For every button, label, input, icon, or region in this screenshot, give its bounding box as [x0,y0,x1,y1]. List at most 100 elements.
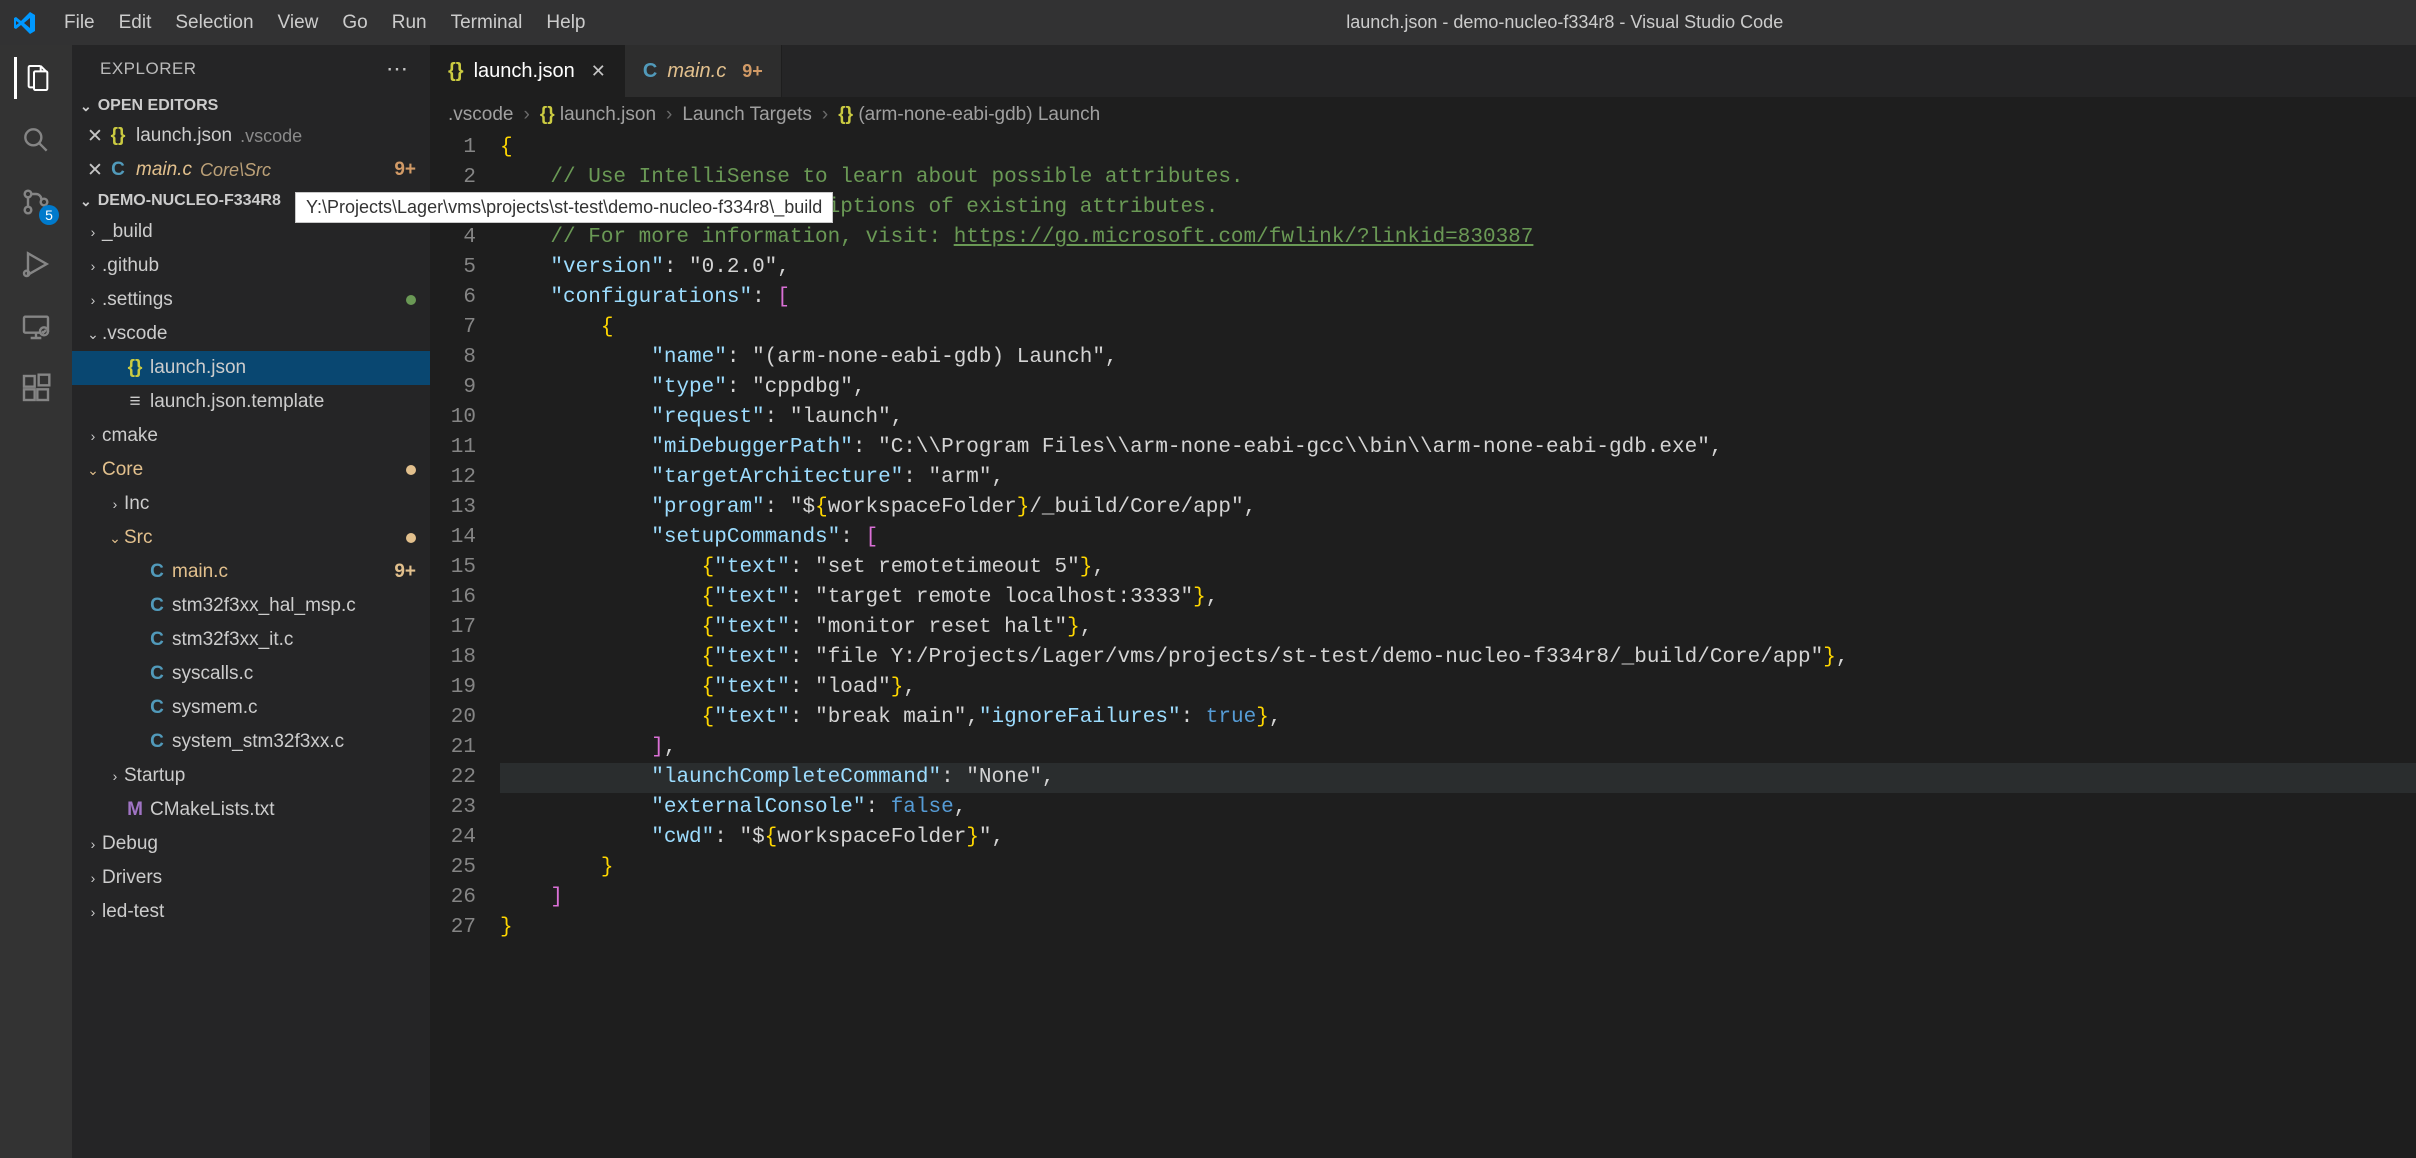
more-icon[interactable]: ⋯ [386,56,410,82]
file-icon: C [146,697,168,719]
file-name: stm32f3xx_it.c [172,629,293,651]
tree-folder[interactable]: ⌄Src [72,521,430,555]
folder-name: .github [102,255,159,277]
close-icon[interactable]: ✕ [84,125,106,148]
close-icon[interactable]: ✕ [84,159,106,182]
chevron-right-icon: › [822,104,828,126]
folder-name: Src [124,527,153,549]
breadcrumb-item[interactable]: {} (arm-none-eabi-gdb) Launch [838,104,1100,126]
folder-name: Core [102,459,143,481]
tree-file[interactable]: Cstm32f3xx_hal_msp.c [72,589,430,623]
menu-terminal[interactable]: Terminal [439,8,535,38]
tab-launch-json[interactable]: {} launch.json ✕ [430,45,625,97]
status-dot [406,465,416,475]
modified-badge: 9+ [742,61,763,82]
activity-bar: 5 [0,45,72,1158]
tab-label: launch.json [474,60,575,83]
source-control-icon[interactable]: 5 [15,181,57,223]
tree-folder[interactable]: ›Drivers [72,861,430,895]
open-editor-item[interactable]: ✕ C main.c Core\Src 9+ [72,153,430,187]
file-icon: {} [124,357,146,379]
extensions-icon[interactable] [15,367,57,409]
tree-file[interactable]: Csysmem.c [72,691,430,725]
file-name: sysmem.c [172,697,258,719]
run-debug-icon[interactable] [15,243,57,285]
menu-help[interactable]: Help [534,8,597,38]
search-icon[interactable] [15,119,57,161]
breadcrumb-item[interactable]: Launch Targets [682,104,812,126]
folder-name: Startup [124,765,185,787]
open-editor-item[interactable]: ✕ {} launch.json .vscode [72,119,430,153]
explorer-icon[interactable] [14,57,56,99]
file-name: launch.json [136,125,232,147]
menu-go[interactable]: Go [330,8,379,38]
close-icon[interactable]: ✕ [591,61,606,82]
breadcrumb-item[interactable]: .vscode [448,104,513,126]
menu-run[interactable]: Run [380,8,439,38]
breadcrumb[interactable]: .vscode›{} launch.json›Launch Targets›{}… [430,97,2416,133]
scm-badge: 5 [39,205,59,225]
tree-file[interactable]: ≡launch.json.template [72,385,430,419]
chevron-right-icon: › [84,836,102,852]
file-name: syscalls.c [172,663,253,685]
line-gutter: 1234567891011121314151617181920212223242… [430,133,500,1158]
tree-folder[interactable]: ⌄Core [72,453,430,487]
window-title: launch.json - demo-nucleo-f334r8 - Visua… [726,12,2405,33]
file-icon: M [124,799,146,821]
folder-name: Drivers [102,867,162,889]
chevron-right-icon: › [106,768,124,784]
chevron-down-icon: ⌄ [80,98,92,115]
file-icon: C [146,595,168,617]
folder-name: _build [102,221,153,243]
file-icon: {} [448,60,464,83]
sidebar-header: EXPLORER ⋯ [72,45,430,93]
titlebar: FileEditSelectionViewGoRunTerminalHelp l… [0,0,2416,45]
code-editor[interactable]: 1234567891011121314151617181920212223242… [430,133,2416,1158]
tree-file[interactable]: Csyscalls.c [72,657,430,691]
menu-edit[interactable]: Edit [107,8,164,38]
folder-name: led-test [102,901,164,923]
tab-bar: {} launch.json ✕ C main.c 9+ [430,45,2416,97]
modified-badge: 9+ [394,561,416,583]
file-name: system_stm32f3xx.c [172,731,344,753]
folder-name: .vscode [102,323,167,345]
tree-folder[interactable]: ⌄.vscode [72,317,430,351]
folder-name: Debug [102,833,158,855]
file-name: main.c [172,561,228,583]
chevron-right-icon: › [106,496,124,512]
tree-file[interactable]: MCMakeLists.txt [72,793,430,827]
tree-folder[interactable]: ›Inc [72,487,430,521]
tree-folder[interactable]: ›.github [72,249,430,283]
file-icon: C [146,629,168,651]
breadcrumb-item[interactable]: {} launch.json [540,104,656,126]
tree-folder[interactable]: ›led-test [72,895,430,929]
open-editors-header[interactable]: ⌄ OPEN EDITORS [72,93,430,119]
folder-name: cmake [102,425,158,447]
code-content[interactable]: { // Use IntelliSense to learn about pos… [500,133,2416,1158]
menu-view[interactable]: View [266,8,331,38]
modified-badge: 9+ [394,159,416,181]
tab-main-c[interactable]: C main.c 9+ [625,45,782,97]
status-dot [406,533,416,543]
file-name: launch.json.template [150,391,324,413]
tree-file[interactable]: {}launch.json [72,351,430,385]
menu-file[interactable]: File [52,8,107,38]
chevron-right-icon: › [84,224,102,240]
tree-folder[interactable]: ›Startup [72,759,430,793]
tree-file[interactable]: Cstm32f3xx_it.c [72,623,430,657]
chevron-right-icon: › [84,292,102,308]
file-icon: {} [106,125,130,147]
chevron-right-icon: › [84,904,102,920]
menu-selection[interactable]: Selection [163,8,265,38]
remote-explorer-icon[interactable] [15,305,57,347]
tree-file[interactable]: Csystem_stm32f3xx.c [72,725,430,759]
chevron-right-icon: › [84,258,102,274]
tree-folder[interactable]: ›.settings [72,283,430,317]
tree-folder[interactable]: ›Debug [72,827,430,861]
tree-file[interactable]: Cmain.c 9+ [72,555,430,589]
chevron-down-icon: ⌄ [80,193,92,210]
file-icon: C [146,561,168,583]
chevron-right-icon: › [84,870,102,886]
tree-folder[interactable]: ›cmake [72,419,430,453]
status-dot [406,295,416,305]
